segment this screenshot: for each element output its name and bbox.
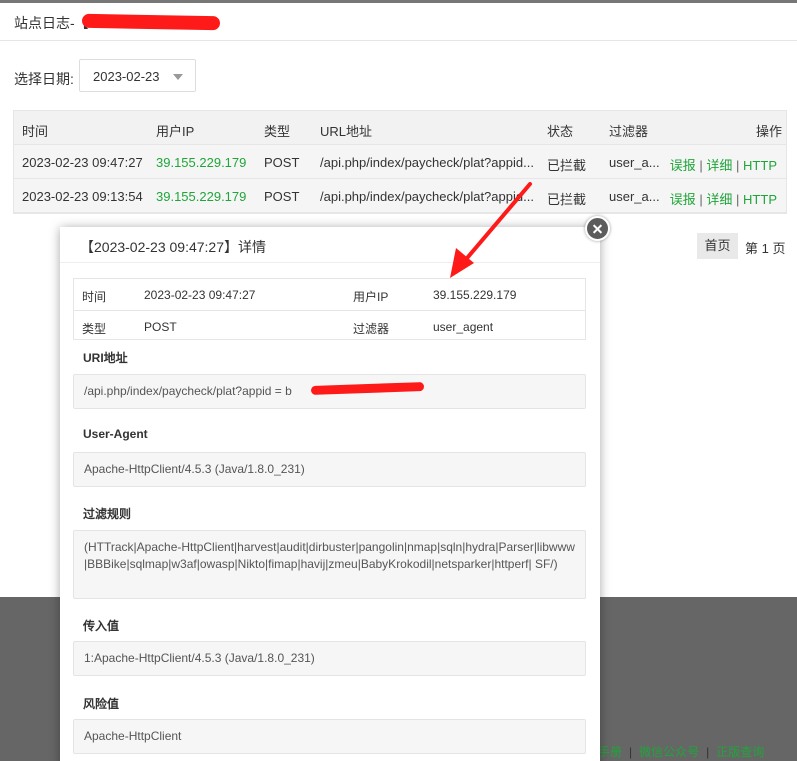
op-separator: | bbox=[699, 158, 703, 173]
row-ip: 39.155.229.179 bbox=[156, 155, 247, 170]
input-value-label: 传入值 bbox=[83, 619, 120, 633]
detail-info-table: 时间 2023-02-23 09:47:27 用户IP 39.155.229.1… bbox=[73, 278, 586, 340]
input-value-field: 1:Apache-HttpClient/4.5.3 (Java/1.8.0_23… bbox=[73, 641, 586, 676]
user-agent-label: User-Agent bbox=[83, 427, 148, 441]
row-url: /api.php/index/paycheck/plat?appid... bbox=[320, 155, 534, 170]
col-url: URL地址 bbox=[320, 124, 373, 139]
row-ops: 误报 | 详细 | HTTP bbox=[670, 189, 777, 208]
detail-modal: 【2023-02-23 09:47:27】详情 时间 2023-02-23 09… bbox=[60, 227, 600, 761]
info-row: 时间 2023-02-23 09:47:27 用户IP 39.155.229.1… bbox=[74, 279, 585, 310]
filter-rule-label: 过滤规则 bbox=[83, 507, 132, 521]
modal-title-bar: 【2023-02-23 09:47:27】详情 bbox=[60, 227, 600, 263]
close-icon[interactable] bbox=[585, 216, 610, 241]
user-agent-value: Apache-HttpClient/4.5.3 (Java/1.8.0_231) bbox=[84, 462, 305, 476]
panel-title: 站点日志-【 bbox=[14, 15, 89, 31]
info-ip-label: 用户IP bbox=[353, 290, 389, 304]
row-filter: user_a... bbox=[609, 189, 660, 204]
col-time: 时间 bbox=[22, 124, 49, 139]
user-agent-field: Apache-HttpClient/4.5.3 (Java/1.8.0_231) bbox=[73, 452, 586, 487]
info-filter-value: user_agent bbox=[433, 320, 494, 334]
row-time: 2023-02-23 09:13:54 bbox=[22, 189, 143, 204]
first-page-button[interactable]: 首页 bbox=[697, 233, 738, 259]
table-header: 时间 用户IP 类型 URL地址 状态 过滤器 操作 bbox=[14, 111, 786, 145]
chevron-down-icon bbox=[173, 74, 183, 80]
col-ops: 操作 bbox=[756, 124, 783, 139]
uri-value: /api.php/index/paycheck/plat?appid = b bbox=[84, 384, 292, 398]
footer-license-link[interactable]: 正版查询 bbox=[716, 745, 764, 759]
row-status: 已拦截 bbox=[547, 192, 587, 207]
info-type-label: 类型 bbox=[82, 322, 107, 336]
info-filter-label: 过滤器 bbox=[353, 322, 390, 336]
row-type: POST bbox=[264, 189, 300, 204]
risk-value-label: 风险值 bbox=[83, 697, 120, 711]
info-row: 类型 POST 过滤器 user_agent bbox=[74, 310, 585, 341]
panel-header: 站点日志-【 bbox=[0, 3, 797, 41]
filter-rule-value: (HTTrack|Apache-HttpClient|harvest|audit… bbox=[84, 540, 575, 571]
risk-value: Apache-HttpClient bbox=[84, 729, 182, 743]
op-separator: | bbox=[736, 158, 740, 173]
http-link[interactable]: HTTP bbox=[743, 192, 777, 207]
footer-links: 手册 | 微信公众号 | 正版查询 bbox=[598, 743, 764, 760]
op-separator: | bbox=[699, 192, 703, 207]
redaction-mark bbox=[81, 13, 221, 31]
detail-link[interactable]: 详细 bbox=[706, 158, 732, 173]
false-positive-link[interactable]: 误报 bbox=[670, 192, 696, 207]
risk-value-field: Apache-HttpClient bbox=[73, 719, 586, 754]
row-filter: user_a... bbox=[609, 155, 660, 170]
row-ops: 误报 | 详细 | HTTP bbox=[670, 155, 777, 174]
row-time: 2023-02-23 09:47:27 bbox=[22, 155, 143, 170]
filter-rule-field: (HTTrack|Apache-HttpClient|harvest|audit… bbox=[73, 530, 586, 599]
footer-wechat-link[interactable]: 微信公众号 bbox=[639, 745, 699, 759]
row-status: 已拦截 bbox=[547, 158, 587, 173]
http-link[interactable]: HTTP bbox=[743, 158, 777, 173]
col-filter: 过滤器 bbox=[609, 124, 649, 139]
col-type: 类型 bbox=[264, 124, 291, 139]
current-page-label: 第 1 页 bbox=[745, 241, 786, 256]
col-ip: 用户IP bbox=[156, 124, 195, 139]
table-row: 2023-02-23 09:47:27 39.155.229.179 POST … bbox=[14, 145, 786, 179]
info-time-label: 时间 bbox=[82, 290, 107, 304]
info-type-value: POST bbox=[144, 320, 177, 334]
col-status: 状态 bbox=[547, 124, 574, 139]
row-ip: 39.155.229.179 bbox=[156, 189, 247, 204]
row-url: /api.php/index/paycheck/plat?appid... bbox=[320, 189, 534, 204]
date-label: 选择日期: bbox=[14, 71, 74, 87]
input-value: 1:Apache-HttpClient/4.5.3 (Java/1.8.0_23… bbox=[84, 651, 315, 665]
log-table: 时间 用户IP 类型 URL地址 状态 过滤器 操作 2023-02-23 09… bbox=[13, 110, 787, 214]
table-row: 2023-02-23 09:13:54 39.155.229.179 POST … bbox=[14, 179, 786, 213]
detail-link[interactable]: 详细 bbox=[706, 192, 732, 207]
op-separator: | bbox=[736, 192, 740, 207]
info-time-value: 2023-02-23 09:47:27 bbox=[144, 288, 256, 302]
date-select[interactable]: 2023-02-23 bbox=[79, 59, 196, 92]
info-ip-value: 39.155.229.179 bbox=[433, 288, 517, 302]
footer-separator: | bbox=[706, 745, 710, 759]
footer-manual-link[interactable]: 手册 bbox=[598, 745, 622, 759]
uri-label: URI地址 bbox=[83, 351, 128, 365]
row-type: POST bbox=[264, 155, 300, 170]
false-positive-link[interactable]: 误报 bbox=[670, 158, 696, 173]
footer-separator: | bbox=[629, 745, 633, 759]
date-value: 2023-02-23 bbox=[93, 69, 160, 84]
modal-title: 【2023-02-23 09:47:27】详情 bbox=[80, 239, 266, 255]
